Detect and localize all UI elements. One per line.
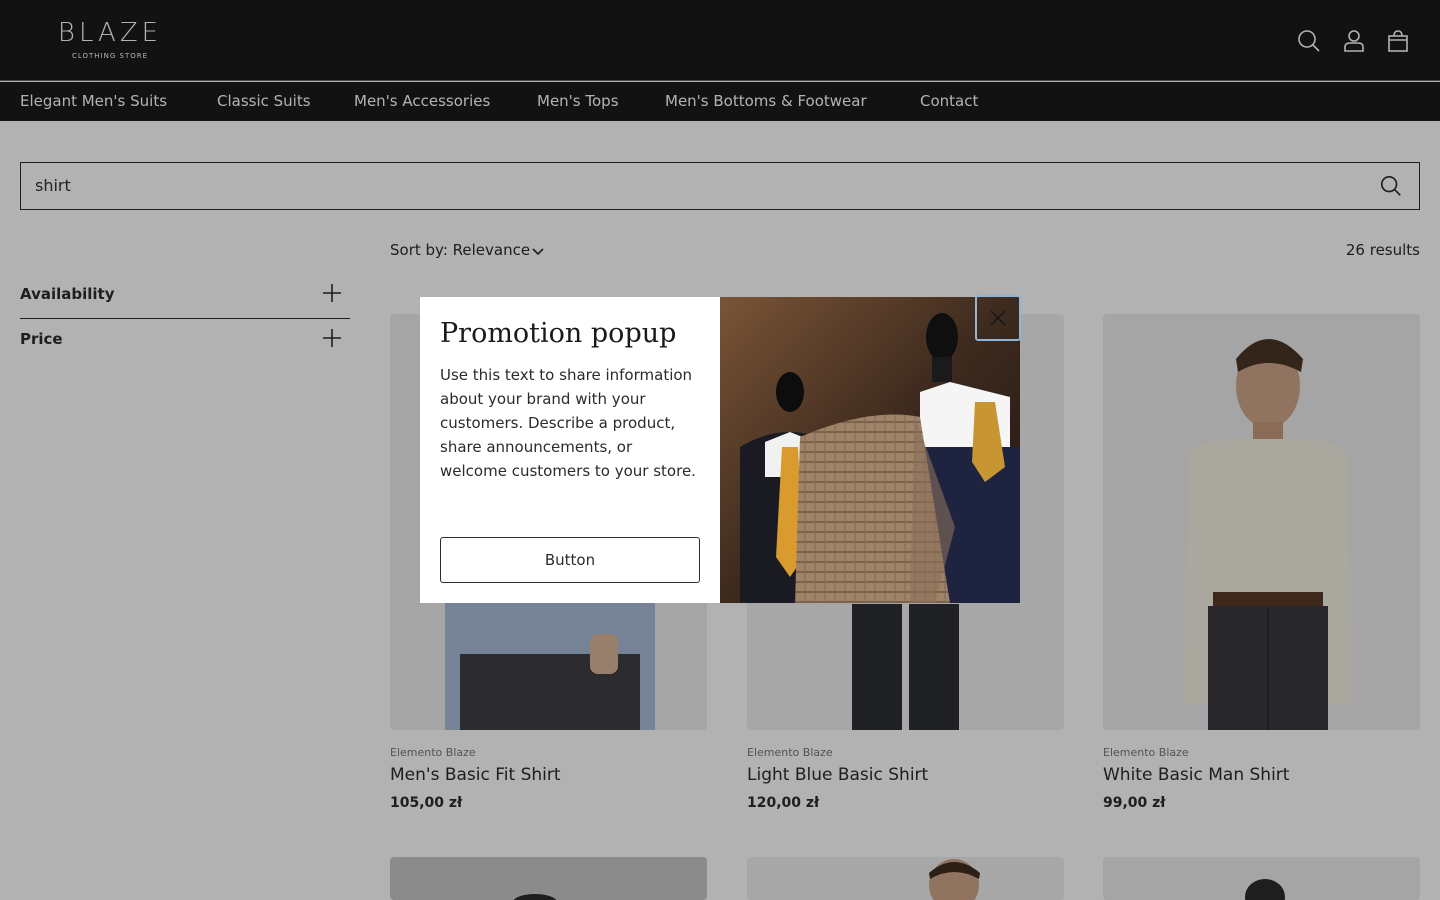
popup-button[interactable]: Button <box>440 537 700 583</box>
popup-content: Promotion popup Use this text to share i… <box>440 317 700 483</box>
popup-image <box>720 297 1020 603</box>
popup-body: Use this text to share information about… <box>440 366 696 480</box>
promotion-popup: Promotion popup Use this text to share i… <box>420 295 1021 603</box>
close-icon[interactable] <box>975 295 1021 341</box>
popup-title: Promotion popup <box>440 318 677 349</box>
